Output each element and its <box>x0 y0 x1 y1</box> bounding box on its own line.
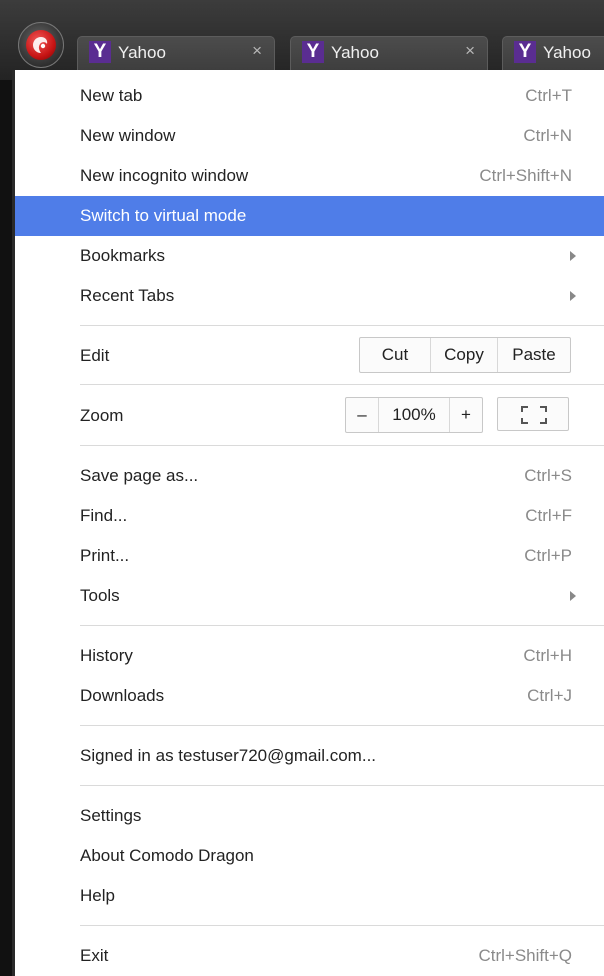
menu-item-new-window[interactable]: New window Ctrl+N <box>15 116 604 156</box>
cut-button[interactable]: Cut <box>360 338 430 372</box>
submenu-arrow-icon <box>570 291 576 301</box>
shortcut-label: Ctrl+Shift+N <box>479 166 572 185</box>
yahoo-y-icon: Y <box>89 41 111 63</box>
menu-item-settings[interactable]: Settings <box>15 796 604 836</box>
menu-item-help[interactable]: Help <box>15 876 604 916</box>
shortcut-label: Ctrl+F <box>525 506 572 525</box>
edit-button-group: Cut Copy Paste <box>359 337 571 373</box>
menu-item-history[interactable]: History Ctrl+H <box>15 636 604 676</box>
shortcut-label: Ctrl+J <box>527 686 572 705</box>
shortcut-label: Ctrl+S <box>524 466 572 485</box>
menu-item-find[interactable]: Find... Ctrl+F <box>15 496 604 536</box>
submenu-arrow-icon <box>570 591 576 601</box>
menu-separator <box>80 445 604 446</box>
close-tab-icon[interactable]: × <box>465 41 475 61</box>
menu-item-new-incognito-window[interactable]: New incognito window Ctrl+Shift+N <box>15 156 604 196</box>
menu-item-switch-virtual-mode[interactable]: Switch to virtual mode <box>15 196 604 236</box>
comodo-dragon-logo-icon <box>26 30 56 60</box>
fullscreen-button[interactable] <box>497 397 569 431</box>
shortcut-label: Ctrl+Shift+Q <box>478 946 572 965</box>
yahoo-y-icon: Y <box>514 41 536 63</box>
shortcut-label: Ctrl+T <box>525 86 572 105</box>
shortcut-label: Ctrl+H <box>523 646 572 665</box>
tab-title: Yahoo <box>118 43 166 62</box>
menu-item-about[interactable]: About Comodo Dragon <box>15 836 604 876</box>
zoom-out-button[interactable]: – <box>346 398 378 432</box>
zoom-control-group: – 100% + <box>345 397 483 433</box>
menu-separator <box>80 925 604 926</box>
yahoo-y-icon: Y <box>302 41 324 63</box>
copy-button[interactable]: Copy <box>430 338 497 372</box>
menu-separator <box>80 325 604 326</box>
menu-item-downloads[interactable]: Downloads Ctrl+J <box>15 676 604 716</box>
menu-item-new-tab[interactable]: New tab Ctrl+T <box>15 76 604 116</box>
menu-item-save-page-as[interactable]: Save page as... Ctrl+S <box>15 456 604 496</box>
zoom-in-button[interactable]: + <box>449 398 482 432</box>
menu-separator <box>80 785 604 786</box>
browser-main-menu: New tab Ctrl+T New window Ctrl+N New inc… <box>12 70 604 976</box>
browser-menu-button[interactable] <box>18 22 64 68</box>
tab-title: Yahoo <box>331 43 379 62</box>
menu-item-signed-in[interactable]: Signed in as testuser720@gmail.com... <box>15 736 604 776</box>
shortcut-label: Ctrl+P <box>524 546 572 565</box>
menu-item-print[interactable]: Print... Ctrl+P <box>15 536 604 576</box>
tab-strip: Y Yahoo × Y Yahoo × Y Yahoo <box>0 0 604 80</box>
menu-separator <box>80 625 604 626</box>
menu-item-exit[interactable]: Exit Ctrl+Shift+Q <box>15 936 604 976</box>
zoom-level: 100% <box>378 398 449 432</box>
close-tab-icon[interactable]: × <box>252 41 262 61</box>
fullscreen-icon <box>521 406 547 424</box>
menu-separator <box>80 384 604 385</box>
paste-button[interactable]: Paste <box>497 338 570 372</box>
menu-item-recent-tabs[interactable]: Recent Tabs <box>15 276 604 316</box>
tab-title: Yahoo <box>543 43 591 62</box>
shortcut-label: Ctrl+N <box>523 126 572 145</box>
submenu-arrow-icon <box>570 251 576 261</box>
menu-separator <box>80 725 604 726</box>
menu-item-bookmarks[interactable]: Bookmarks <box>15 236 604 276</box>
menu-item-tools[interactable]: Tools <box>15 576 604 616</box>
